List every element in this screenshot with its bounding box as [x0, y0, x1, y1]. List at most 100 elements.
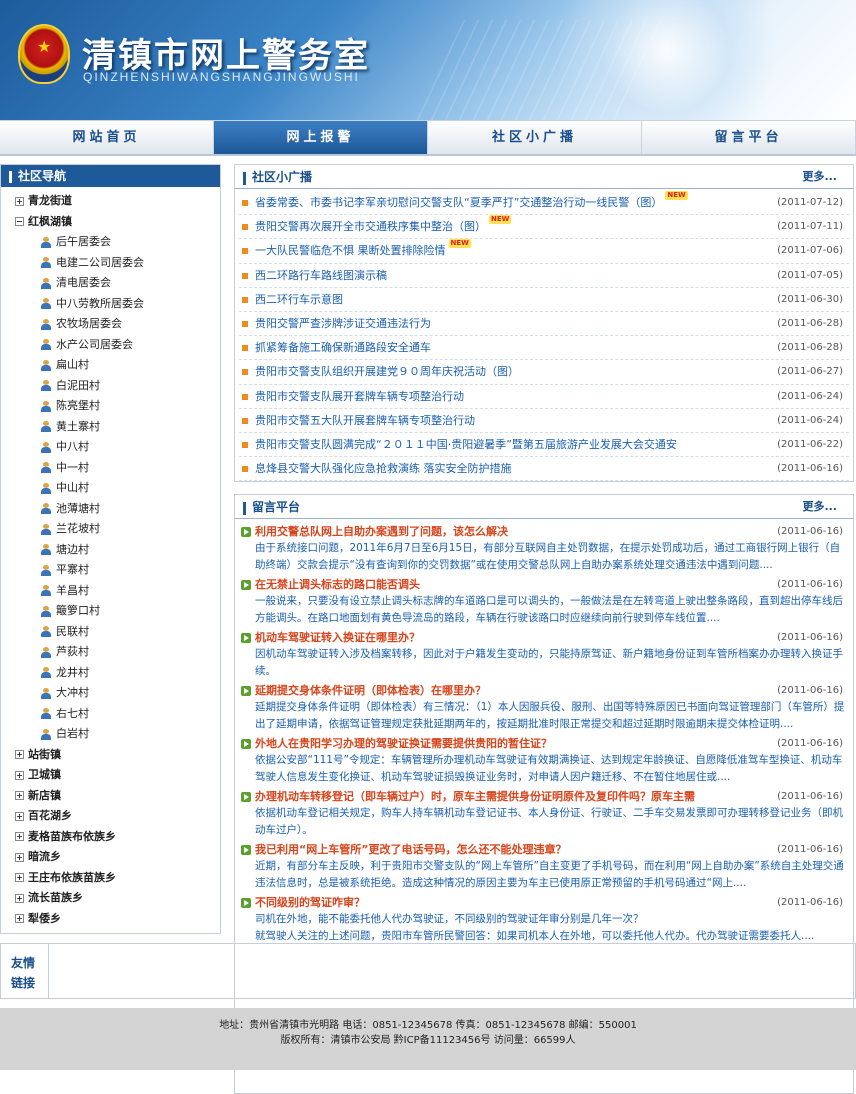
tree-group[interactable]: + 暗流乡 — [15, 847, 220, 868]
tree-item[interactable]: 中一村 — [15, 458, 220, 479]
nav-community-broadcast[interactable]: 社区小广播 — [428, 121, 642, 154]
tree-item[interactable]: 簸箩口村 — [15, 601, 220, 622]
nav-message-board[interactable]: 留言平台 — [642, 121, 856, 154]
news-item[interactable]: 贵阳市交警支队展开套牌车辆专项整治行动 (2011-06-24) — [239, 385, 849, 409]
news-item-link[interactable]: 贵阳交警严查涉牌涉证交通违法行为 — [255, 317, 431, 330]
broadcast-more-link[interactable]: 更多... — [802, 165, 837, 189]
expand-icon[interactable]: + — [15, 791, 24, 800]
tree-item[interactable]: 清电居委会 — [15, 273, 220, 294]
bullet-icon — [242, 320, 248, 327]
tree-item[interactable]: 平寨村 — [15, 560, 220, 581]
nav-home[interactable]: 网站首页 — [0, 121, 214, 154]
expand-icon[interactable]: + — [15, 914, 24, 923]
person-icon — [41, 687, 51, 699]
tree-item[interactable]: 扁山村 — [15, 355, 220, 376]
tree-group[interactable]: + 新店镇 — [15, 786, 220, 807]
tree-item[interactable]: 白泥田村 — [15, 376, 220, 397]
message-title-link[interactable]: 延期提交身体条件证明（即体检表）在哪里办？ — [255, 684, 486, 697]
tree-item[interactable]: 中山村 — [15, 478, 220, 499]
news-item[interactable]: 贵阳交警再次展开全市交通秩序集中整治（图）NEW (2011-07-11) — [239, 215, 849, 240]
message-title-link[interactable]: 在无禁止调头标志的路口能否调头 — [255, 578, 420, 591]
nav-report-online[interactable]: 网上报警 — [214, 121, 428, 154]
tree-item[interactable]: 池薄塘村 — [15, 499, 220, 520]
news-item-link[interactable]: 贵阳市交警支队展开套牌车辆专项整治行动 — [255, 390, 464, 403]
tree-group[interactable]: + 青龙街道 — [15, 191, 220, 212]
news-item-link[interactable]: 省委常委、市委书记李军亲切慰问交警支队“夏季严打”交通整治行动一线民警（图） — [255, 196, 662, 209]
bullet-icon — [242, 248, 248, 255]
message-item: 在无禁止调头标志的路口能否调头 (2011-06-16) 一般说来，只要没有设立禁止… — [241, 575, 849, 628]
message-title-link[interactable]: 我已利用“网上车管所”更改了电话号码，怎么还不能处理违章？ — [255, 843, 566, 856]
tree-item[interactable]: 白岩村 — [15, 724, 220, 745]
tree-item-label: 农牧场居委会 — [56, 317, 122, 330]
news-item[interactable]: 抓紧筹备施工确保新通路段安全通车 (2011-06-28) — [239, 336, 849, 361]
tree-group[interactable]: + 麦格苗族布依族乡 — [15, 827, 220, 848]
tree-item[interactable]: 兰花坡村 — [15, 519, 220, 540]
bullet-icon — [242, 441, 248, 448]
news-item[interactable]: 息烽县交警大队强化应急抢救演练 落实安全防护措施 (2011-06-16) — [239, 457, 849, 482]
expand-icon[interactable]: + — [15, 852, 24, 862]
arrow-icon — [241, 580, 251, 590]
expand-icon[interactable]: + — [15, 770, 24, 780]
news-item[interactable]: 贵阳交警严查涉牌涉证交通违法行为 (2011-06-28) — [239, 312, 849, 337]
tree-item[interactable]: 黄土寨村 — [15, 417, 220, 438]
expand-icon[interactable]: + — [15, 811, 24, 821]
tree-item[interactable]: 民联村 — [15, 622, 220, 643]
message-date: (2011-06-16) — [777, 632, 843, 643]
broadcast-list: 省委常委、市委书记李军亲切慰问交警支队“夏季严打”交通整治行动一线民警（图）NE… — [235, 189, 853, 482]
tree-group[interactable]: + 百花湖乡 — [15, 806, 220, 827]
tree-group[interactable]: + 卫城镇 — [15, 765, 220, 786]
tree-item[interactable]: 中八村 — [15, 437, 220, 458]
expand-icon[interactable]: + — [15, 196, 24, 206]
tree-item[interactable]: 后午居委会 — [15, 232, 220, 253]
tree-item[interactable]: 大冲村 — [15, 683, 220, 704]
news-item-link[interactable]: 贵阳交警再次展开全市交通秩序集中整治（图） — [255, 220, 486, 233]
tree-item[interactable]: 芦荻村 — [15, 642, 220, 663]
news-item-link[interactable]: 西二环行车示意图 — [255, 293, 343, 306]
message-more-link[interactable]: 更多... — [802, 495, 837, 519]
news-item-link[interactable]: 一大队民警临危不惧 果断处置排除险情 — [255, 244, 446, 257]
news-item[interactable]: 西二环路行车路线图演示稿 (2011-07-05) — [239, 264, 849, 288]
news-item[interactable]: 贵阳市交警五大队开展套牌车辆专项整治行动 (2011-06-24) — [239, 409, 849, 433]
news-item-link[interactable]: 抓紧筹备施工确保新通路段安全通车 — [255, 341, 431, 354]
news-item-link[interactable]: 贵阳市交警支队圆满完成“２０１１中国·贵阳避暑季”暨第五届旅游产业发展大会交通安 — [255, 438, 677, 451]
news-item[interactable]: 贵阳市交警支队圆满完成“２０１１中国·贵阳避暑季”暨第五届旅游产业发展大会交通安… — [239, 433, 849, 458]
collapse-icon[interactable]: − — [15, 217, 24, 226]
tree-item[interactable]: 水产公司居委会 — [15, 335, 220, 356]
tree-group[interactable]: + 王庄布依族苗族乡 — [15, 868, 220, 889]
tree-group[interactable]: + 犁倭乡 — [15, 909, 220, 930]
friend-links-label-line1: 友情 — [11, 956, 36, 970]
tree-group-label: 站街镇 — [28, 747, 61, 761]
message-title-link[interactable]: 办理机动车转移登记（即车辆过户）时，原车主需提供身份证明原件及复印件吗？原车主需 — [255, 790, 695, 803]
tree-item[interactable]: 中八劳教所居委会 — [15, 294, 220, 315]
tree-group[interactable]: + 站街镇 — [15, 745, 220, 766]
tree-item[interactable]: 羊昌村 — [15, 581, 220, 602]
news-item-link[interactable]: 息烽县交警大队强化应急抢救演练 落实安全防护措施 — [255, 462, 512, 475]
expand-icon[interactable]: + — [15, 832, 24, 841]
news-item[interactable]: 省委常委、市委书记李军亲切慰问交警支队“夏季严打”交通整治行动一线民警（图）NE… — [239, 191, 849, 216]
news-item[interactable]: 一大队民警临危不惧 果断处置排除险情NEW (2011-07-06) — [239, 239, 849, 264]
news-item-date: (2011-07-05) — [777, 269, 843, 281]
expand-icon[interactable]: + — [15, 750, 24, 759]
tree-item[interactable]: 电建二公司居委会 — [15, 253, 220, 274]
news-item[interactable]: 西二环行车示意图 (2011-06-30) — [239, 288, 849, 312]
news-item-link[interactable]: 贵阳市交警五大队开展套牌车辆专项整治行动 — [255, 414, 475, 427]
tree-group[interactable]: − 红枫湖镇 — [15, 212, 220, 233]
message-title-link[interactable]: 不同级别的驾证咋审？ — [255, 896, 365, 909]
message-title-link[interactable]: 外地人在贵阳学习办理的驾驶证换证需要提供贵阳的暂住证？ — [255, 737, 552, 750]
tree-group[interactable]: + 流长苗族乡 — [15, 888, 220, 909]
news-item-link[interactable]: 西二环路行车路线图演示稿 — [255, 269, 387, 282]
tree-item[interactable]: 陈亮堡村 — [15, 396, 220, 417]
news-item-link[interactable]: 贵阳市交警支队组织开展建党９０周年庆祝活动（图） — [255, 365, 519, 378]
message-title-link[interactable]: 利用交警总队网上自助办案遇到了问题，该怎么解决 — [255, 525, 508, 538]
expand-icon[interactable]: + — [15, 893, 24, 903]
expand-icon[interactable]: + — [15, 873, 24, 882]
tree-item[interactable]: 右七村 — [15, 704, 220, 725]
tree-item[interactable]: 龙井村 — [15, 663, 220, 684]
news-item[interactable]: 贵阳市交警支队组织开展建党９０周年庆祝活动（图） (2011-06-27) — [239, 360, 849, 385]
broadcast-panel-header: 社区小广播 更多... — [235, 165, 853, 189]
tree-group-label: 卫城镇 — [28, 768, 61, 781]
person-icon — [41, 585, 51, 596]
tree-item[interactable]: 塘边村 — [15, 540, 220, 561]
tree-item[interactable]: 农牧场居委会 — [15, 314, 220, 335]
message-title-link[interactable]: 机动车驾驶证转入换证在哪里办？ — [255, 631, 420, 644]
